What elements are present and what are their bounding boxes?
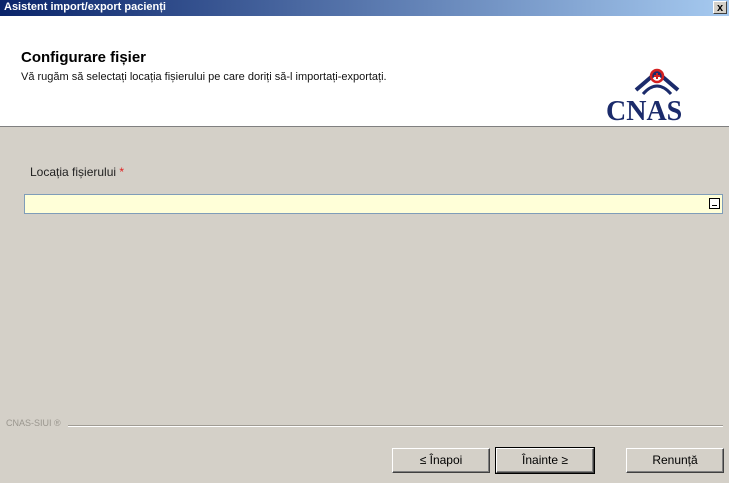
required-marker: * (119, 165, 125, 179)
file-location-input[interactable] (24, 194, 723, 214)
file-location-label: Locația fișierului * (30, 165, 124, 179)
wizard-header: Configurare fișier Vă rugăm să selectați… (0, 16, 729, 127)
cnas-logo-text: CNAS (606, 96, 683, 127)
browse-icon[interactable] (709, 198, 720, 209)
close-button[interactable]: x (713, 1, 727, 14)
window-title: Asistent import/export pacienți (4, 1, 166, 13)
next-button[interactable]: Înainte ≥ (495, 447, 595, 474)
title-bar: Asistent import/export pacienți x (0, 0, 729, 16)
footer-divider (68, 425, 723, 427)
cnas-logo: CNAS (602, 64, 714, 128)
back-button[interactable]: ≤ Înapoi (392, 448, 490, 473)
cnas-logo-icon (634, 68, 680, 96)
page-title: Configurare fișier (21, 49, 147, 66)
page-subtitle: Vă rugăm să selectați locația fișierului… (21, 71, 387, 83)
cancel-button[interactable]: Renunță (626, 448, 724, 473)
file-location-label-text: Locația fișierului (30, 165, 117, 179)
footer-brand: CNAS-SIUI ® (6, 418, 61, 428)
